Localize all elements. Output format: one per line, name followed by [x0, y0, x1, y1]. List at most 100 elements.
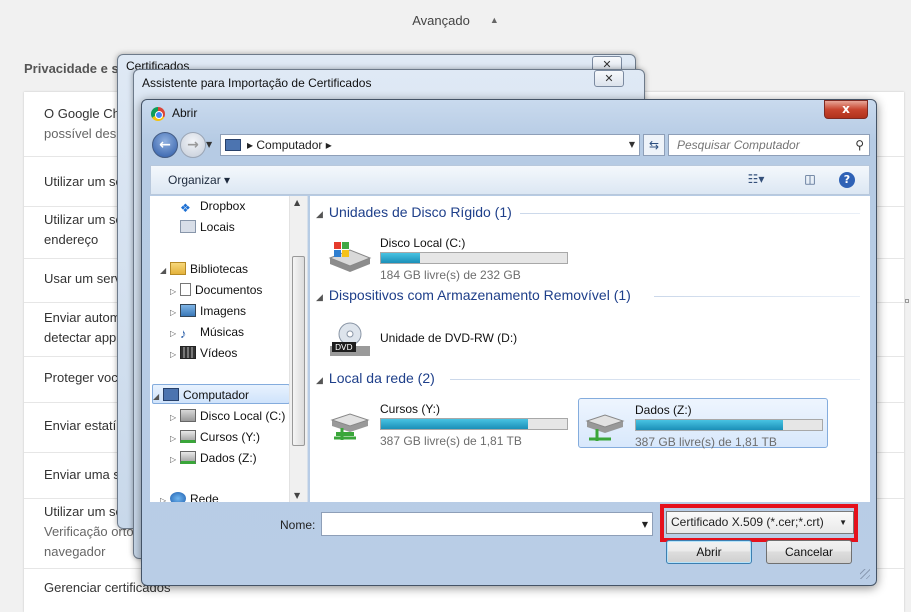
dvd-label: DVD	[335, 343, 353, 352]
group-divider	[654, 296, 860, 297]
tree-item-videos[interactable]: ▷ Vídeos	[170, 343, 237, 363]
file-name-label: Nome:	[280, 518, 316, 532]
group-header-network[interactable]: ◢ Local da rede (2)	[316, 370, 435, 386]
setting-row[interactable]: Usar um serv	[44, 269, 121, 289]
setting-text: endereço	[44, 232, 99, 247]
open-button[interactable]: Abrir	[666, 540, 752, 564]
collapse-triangle-icon: ◢	[316, 375, 323, 385]
drive-name: Cursos (Y:)	[380, 402, 441, 416]
file-name-area: Nome: ▼ Certificado X.509 (*.cer;*.crt) ▼…	[150, 502, 870, 580]
dvd-drive-icon: DVD	[328, 322, 372, 356]
close-icon[interactable]: ✕	[594, 70, 624, 87]
dialog-title: Abrir	[172, 106, 198, 120]
resize-grip[interactable]	[860, 569, 870, 579]
collapsed-triangle-icon[interactable]: ▷	[170, 429, 180, 449]
breadcrumb-computer[interactable]: Computador	[256, 138, 322, 152]
collapsed-triangle-icon[interactable]: ▷	[170, 345, 180, 365]
group-header-removable[interactable]: ◢ Dispositivos com Armazenamento Removíve…	[316, 287, 631, 303]
tree-item-dropbox[interactable]: ❖ Dropbox	[180, 196, 245, 216]
chevron-down-icon[interactable]: ▼	[642, 520, 648, 529]
drive-free-space: 184 GB livre(s) de 232 GB	[380, 268, 521, 282]
preview-pane-icon[interactable]: ◫	[801, 172, 819, 188]
drive-usage-fill	[381, 253, 421, 263]
setting-row[interactable]: Utilizar um se endereço	[44, 210, 123, 250]
group-header-hard-disks[interactable]: ◢ Unidades de Disco Rígido (1)	[316, 204, 512, 220]
scroll-down-icon[interactable]: ▼	[294, 491, 300, 500]
drive-name: Dados (Z:)	[635, 403, 692, 417]
setting-row[interactable]: Enviar uma s	[44, 465, 120, 485]
search-input[interactable]	[669, 135, 839, 155]
help-icon[interactable]: ?	[839, 172, 855, 188]
tree-label: Cursos (Y:)	[200, 430, 261, 444]
navigation-scrollbar[interactable]: ▲ ▼	[289, 196, 307, 502]
drive-local-disk-c[interactable]: Disco Local (C:) 184 GB livre(s) de 232 …	[324, 232, 574, 282]
tree-item-computer[interactable]: ◢ Computador	[152, 384, 290, 404]
close-button[interactable]: x	[824, 100, 868, 119]
forward-button[interactable]: →	[180, 132, 206, 158]
file-type-select[interactable]: Certificado X.509 (*.cer;*.crt) ▼	[666, 511, 854, 534]
tree-label: Disco Local (C:)	[200, 409, 286, 423]
address-bar[interactable]: ▸ Computador ▸ ▼	[220, 134, 640, 156]
tree-item-cursos[interactable]: ▷ Cursos (Y:)	[170, 427, 260, 447]
setting-row[interactable]: Enviar estatí	[44, 416, 116, 436]
scroll-up-icon[interactable]: ▲	[294, 198, 300, 207]
organize-menu[interactable]: Organizar ▾	[168, 173, 230, 187]
setting-text: Utilizar um se	[44, 212, 123, 227]
images-icon	[180, 304, 196, 317]
breadcrumb[interactable]: ▸ Computador ▸	[247, 138, 332, 152]
chevron-down-icon[interactable]: ▼	[629, 140, 635, 149]
scrollbar-thumb[interactable]	[292, 256, 305, 446]
recent-locations-dropdown[interactable]: ▼	[206, 140, 212, 149]
setting-row[interactable]: Enviar autom detectar app	[44, 308, 121, 348]
file-name-input[interactable]: ▼	[321, 512, 653, 536]
group-title: Local da rede (2)	[328, 370, 435, 386]
setting-row[interactable]: Proteger voc	[44, 368, 118, 388]
tree-item-music[interactable]: ▷ ♪ Músicas	[170, 322, 244, 342]
command-bar: Organizar ▾ ☷▾ ◫ ?	[150, 165, 870, 195]
setting-text: Proteger voc	[44, 370, 118, 385]
dropbox-icon: ❖	[180, 201, 191, 215]
drive-free-space: 387 GB livre(s) de 1,81 TB	[380, 434, 522, 448]
library-icon	[170, 262, 186, 275]
collapsed-triangle-icon[interactable]: ▷	[170, 303, 180, 323]
navigation-pane: ❖ Dropbox Locais ◢ Bibliotecas ▷ Documentos…	[150, 196, 308, 502]
privacy-section-title: Privacidade e se	[24, 61, 126, 76]
view-options-icon[interactable]: ☷▾	[747, 172, 765, 188]
tree-item-libraries[interactable]: ◢ Bibliotecas	[160, 259, 248, 279]
refresh-button[interactable]: ⇆	[643, 134, 665, 156]
drive-cursos-y[interactable]: Cursos (Y:) 387 GB livre(s) de 1,81 TB	[324, 398, 574, 448]
tree-item-dados[interactable]: ▷ Dados (Z:)	[170, 448, 257, 468]
tree-item-local-disk[interactable]: ▷ Disco Local (C:)	[170, 406, 285, 426]
cancel-button[interactable]: Cancelar	[766, 540, 852, 564]
drive-usage-bar	[635, 419, 823, 431]
back-button[interactable]: ←	[152, 132, 178, 158]
tree-item-locais[interactable]: Locais	[180, 217, 235, 237]
tree-item-documents[interactable]: ▷ Documentos	[170, 280, 262, 300]
collapsed-triangle-icon[interactable]: ▷	[170, 408, 180, 428]
chrome-icon	[151, 107, 165, 121]
places-icon	[180, 220, 196, 233]
expanded-triangle-icon[interactable]: ◢	[160, 261, 170, 281]
chevron-down-icon: ▼	[839, 518, 847, 527]
tree-item-images[interactable]: ▷ Imagens	[170, 301, 246, 321]
close-icon: x	[842, 102, 850, 116]
expanded-triangle-icon[interactable]: ◢	[153, 387, 163, 407]
tree-label: Computador	[183, 388, 250, 402]
drive-dados-z[interactable]: Dados (Z:) 387 GB livre(s) de 1,81 TB	[578, 398, 828, 449]
setting-row[interactable]: O Google Ch possível des	[44, 104, 120, 144]
setting-row[interactable]: Utilizar um se	[44, 172, 123, 192]
network-icon	[170, 492, 186, 502]
collapsed-triangle-icon[interactable]: ▷	[170, 324, 180, 344]
computer-icon	[163, 388, 179, 401]
tree-item-network[interactable]: ▷ Rede	[160, 489, 219, 502]
search-box[interactable]: ⚲	[668, 134, 870, 156]
collapsed-triangle-icon[interactable]: ▷	[170, 282, 180, 302]
drive-dvd-d[interactable]: DVD Unidade de DVD-RW (D:)	[324, 314, 574, 364]
tree-label: Vídeos	[200, 346, 238, 360]
window-title: Assistente para Importação de Certificad…	[142, 76, 372, 90]
collapsed-triangle-icon[interactable]: ▷	[170, 450, 180, 470]
tree-label: Dados (Z:)	[200, 451, 257, 465]
collapsed-triangle-icon[interactable]: ▷	[160, 491, 170, 502]
advanced-toggle[interactable]: Avançado ▲	[0, 0, 911, 40]
search-icon[interactable]: ⚲	[855, 138, 864, 152]
